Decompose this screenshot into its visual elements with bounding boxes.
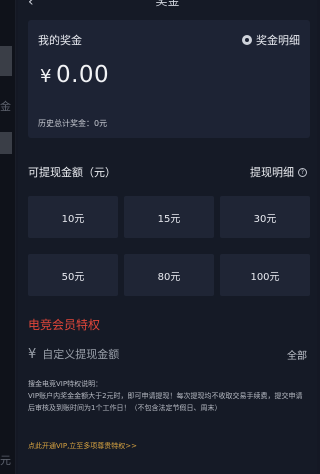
top-bar: ‹ 奖金 bbox=[18, 0, 317, 16]
withdraw-option-30[interactable]: 30元 bbox=[220, 196, 310, 238]
vip-note-body: VIP账户内奖金金额大于2元时，即可申请提现！每次提现均不收取交易手续费，提交申… bbox=[28, 392, 303, 412]
withdraw-option-10[interactable]: 10元 bbox=[28, 196, 118, 238]
background-block bbox=[0, 132, 12, 154]
currency-symbol: ¥ bbox=[40, 66, 52, 87]
withdraw-options: 10元 15元 30元 50元 80元 100元 bbox=[28, 196, 310, 296]
bonus-detail-label: 奖金明细 bbox=[256, 34, 300, 47]
withdraw-header: 可提现金额（元） 提现明细 ? bbox=[28, 164, 307, 180]
open-vip-link[interactable]: 点此开通VIP,立至多项尊贵特权>> bbox=[28, 441, 137, 451]
settings-icon bbox=[242, 35, 252, 45]
background-page-strip: 金 元 bbox=[0, 0, 16, 474]
my-bonus-label: 我的奖金 bbox=[38, 34, 82, 47]
custom-amount-input[interactable] bbox=[42, 347, 287, 361]
withdraw-option-15[interactable]: 15元 bbox=[124, 196, 214, 238]
vip-privilege-title: 电竞会员特权 bbox=[28, 318, 101, 332]
background-text: 金 bbox=[0, 100, 11, 113]
bonus-detail-link[interactable]: 奖金明细 bbox=[242, 32, 300, 48]
all-amount-button[interactable]: 全部 bbox=[287, 347, 307, 362]
history-value: 0元 bbox=[94, 119, 108, 128]
vip-note-title: 搜金电竞VIP特权说明： bbox=[28, 380, 103, 388]
withdraw-amount-title: 可提现金额（元） bbox=[28, 166, 116, 179]
withdraw-option-80[interactable]: 80元 bbox=[124, 254, 214, 296]
vip-note: 搜金电竞VIP特权说明： VIP账户内奖金金额大于2元时，即可申请提现！每次提现… bbox=[28, 378, 307, 414]
withdraw-detail-link[interactable]: 提现明细 ? bbox=[250, 164, 307, 180]
question-icon: ? bbox=[298, 167, 307, 177]
background-text: 元 bbox=[0, 454, 11, 467]
withdraw-option-50[interactable]: 50元 bbox=[28, 254, 118, 296]
history-total: 历史总计奖金：0元 bbox=[38, 118, 107, 129]
bonus-panel: ‹ 奖金 我的奖金 奖金明细 ¥0.00 历史总计奖金：0元 可提现金额（元） … bbox=[18, 0, 317, 474]
history-label: 历史总计奖金： bbox=[38, 119, 94, 128]
bonus-card: 我的奖金 奖金明细 ¥0.00 历史总计奖金：0元 bbox=[28, 20, 310, 138]
custom-amount-row: ¥ 全部 bbox=[28, 344, 307, 364]
withdraw-option-100[interactable]: 100元 bbox=[220, 254, 310, 296]
bonus-amount: ¥0.00 bbox=[40, 62, 109, 88]
bonus-amount-value: 0.00 bbox=[55, 62, 110, 88]
withdraw-detail-label: 提现明细 bbox=[250, 166, 294, 179]
yen-icon: ¥ bbox=[28, 346, 37, 362]
background-block bbox=[0, 46, 12, 76]
page-title: 奖金 bbox=[155, 0, 180, 8]
